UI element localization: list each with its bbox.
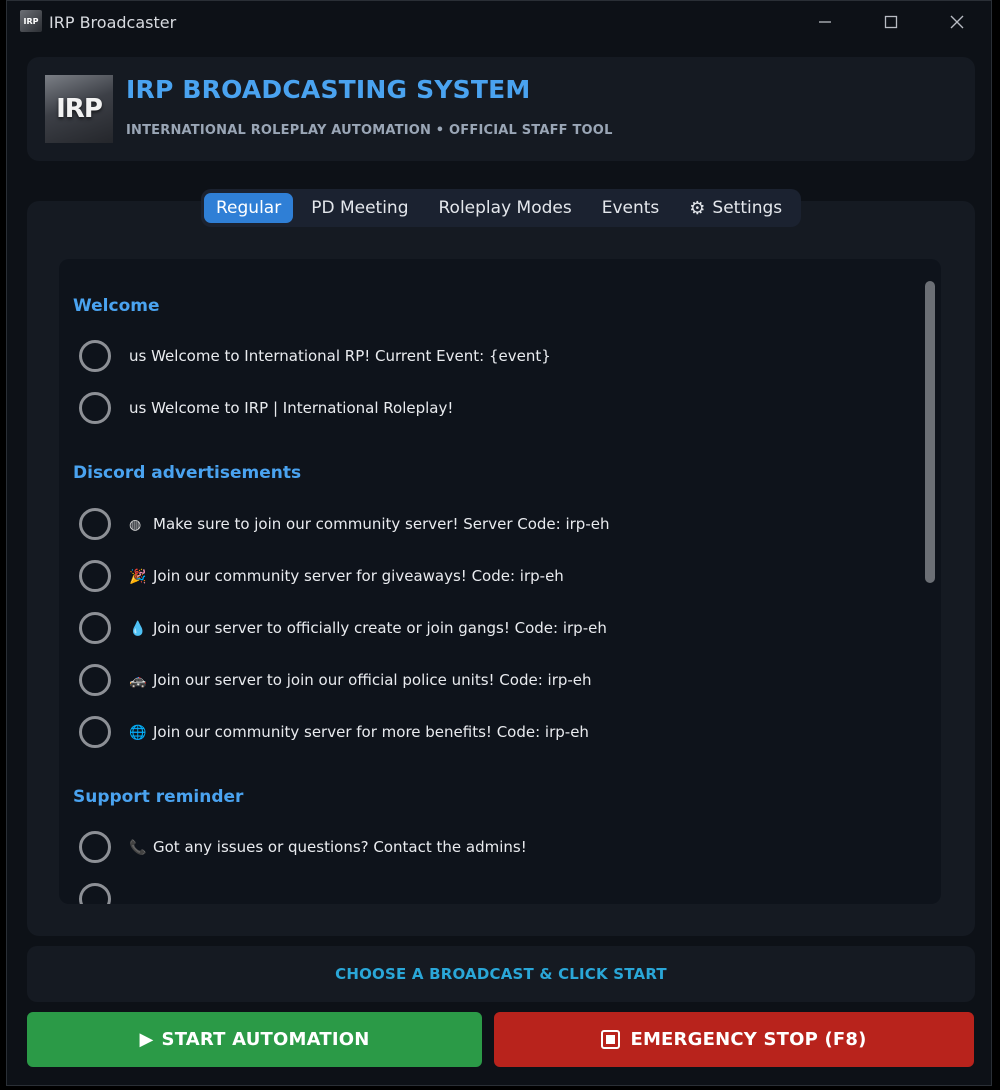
item-label: ◍ Make sure to join our community server!… [129,515,610,533]
tab-label: Settings [712,198,783,218]
logo: IRP [45,75,113,143]
app-icon: IRP [20,10,42,32]
minimize-icon [819,21,831,23]
tab-bar: Regular PD Meeting Roleplay Modes Events… [201,189,801,227]
tab-settings[interactable]: ⚙ Settings [677,193,794,223]
section-title-welcome: Welcome [73,296,160,316]
list-item[interactable]: us Welcome to IRP | International Rolepl… [79,391,453,425]
start-automation-button[interactable]: ▶ START AUTOMATION [27,1012,482,1067]
radio-button[interactable] [79,560,111,592]
start-label: START AUTOMATION [161,1029,370,1050]
title-bar[interactable]: IRP IRP Broadcaster [7,1,991,43]
discord-icon: ◍ [129,517,142,533]
status-text: CHOOSE A BROADCAST & CLICK START [335,965,667,983]
tab-roleplay-modes[interactable]: Roleplay Modes [427,193,584,223]
tab-regular[interactable]: Regular [204,193,294,223]
list-item[interactable]: us Welcome to International RP! Current … [79,339,551,373]
drop-icon: 💧 [129,621,147,637]
tab-label: Regular [216,198,282,218]
window-title: IRP Broadcaster [49,13,177,32]
radio-button[interactable] [79,716,111,748]
police-car-icon: 🚓 [129,673,147,689]
item-label: 📞 Got any issues or questions? Contact th… [129,838,527,856]
radio-button[interactable] [79,508,111,540]
main-card: Regular PD Meeting Roleplay Modes Events… [27,189,975,936]
minimize-button[interactable] [805,9,845,35]
radio-button[interactable] [79,612,111,644]
item-label: 🌐 Join our community server for more bene… [129,723,589,741]
party-icon: 🎉 [129,569,147,585]
section-title-discord: Discord advertisements [73,463,302,483]
maximize-icon [884,15,898,29]
list-item[interactable]: 🚓 Join our server to join our official po… [79,663,592,697]
page-title: IRP BROADCASTING SYSTEM [126,75,531,104]
tab-label: Events [601,198,660,218]
item-label: us Welcome to International RP! Current … [129,347,551,365]
radio-button[interactable] [79,831,111,863]
emergency-stop-button[interactable]: EMERGENCY STOP (F8) [494,1012,974,1067]
radio-button[interactable] [79,340,111,372]
tab-events[interactable]: Events [590,193,672,223]
maximize-button[interactable] [871,9,911,35]
tab-label: PD Meeting [311,198,409,218]
phone-icon: 📞 [129,840,147,856]
list-item[interactable]: 🌐 Join our community server for more bene… [79,715,589,749]
item-label: 💧 Join our server to officially create or… [129,619,607,637]
header-card: IRP IRP BROADCASTING SYSTEM INTERNATIONA… [27,57,975,161]
app-window: IRP IRP Broadcaster IRP IRP BROADCASTING… [6,0,992,1086]
status-bar: CHOOSE A BROADCAST & CLICK START [27,946,975,1002]
list-item[interactable] [79,882,111,904]
section-title-support: Support reminder [73,787,244,807]
item-label: 🚓 Join our server to join our official po… [129,671,592,689]
stop-label: EMERGENCY STOP (F8) [630,1029,867,1050]
stop-icon [601,1030,621,1049]
radio-button[interactable] [79,883,111,904]
broadcast-list[interactable]: Welcome us Welcome to International RP! … [59,259,941,904]
tab-pd-meeting[interactable]: PD Meeting [299,193,420,223]
gear-icon: ⚙ [689,197,706,219]
scrollbar[interactable] [925,281,935,583]
tab-label: Roleplay Modes [438,198,572,218]
radio-button[interactable] [79,392,111,424]
play-icon: ▶ [139,1029,154,1050]
page-subtitle: INTERNATIONAL ROLEPLAY AUTOMATION • OFFI… [126,123,613,138]
close-button[interactable] [937,9,977,35]
list-item[interactable]: ◍ Make sure to join our community server!… [79,507,609,541]
close-icon [950,15,964,29]
globe-icon: 🌐 [129,725,147,741]
list-item[interactable]: 💧 Join our server to officially create or… [79,611,607,645]
list-item[interactable]: 🎉 Join our community server for giveaways… [79,559,564,593]
item-label: us Welcome to IRP | International Rolepl… [129,399,454,417]
radio-button[interactable] [79,664,111,696]
item-label: 🎉 Join our community server for giveaways… [129,567,564,585]
list-item[interactable]: 📞 Got any issues or questions? Contact th… [79,830,527,864]
